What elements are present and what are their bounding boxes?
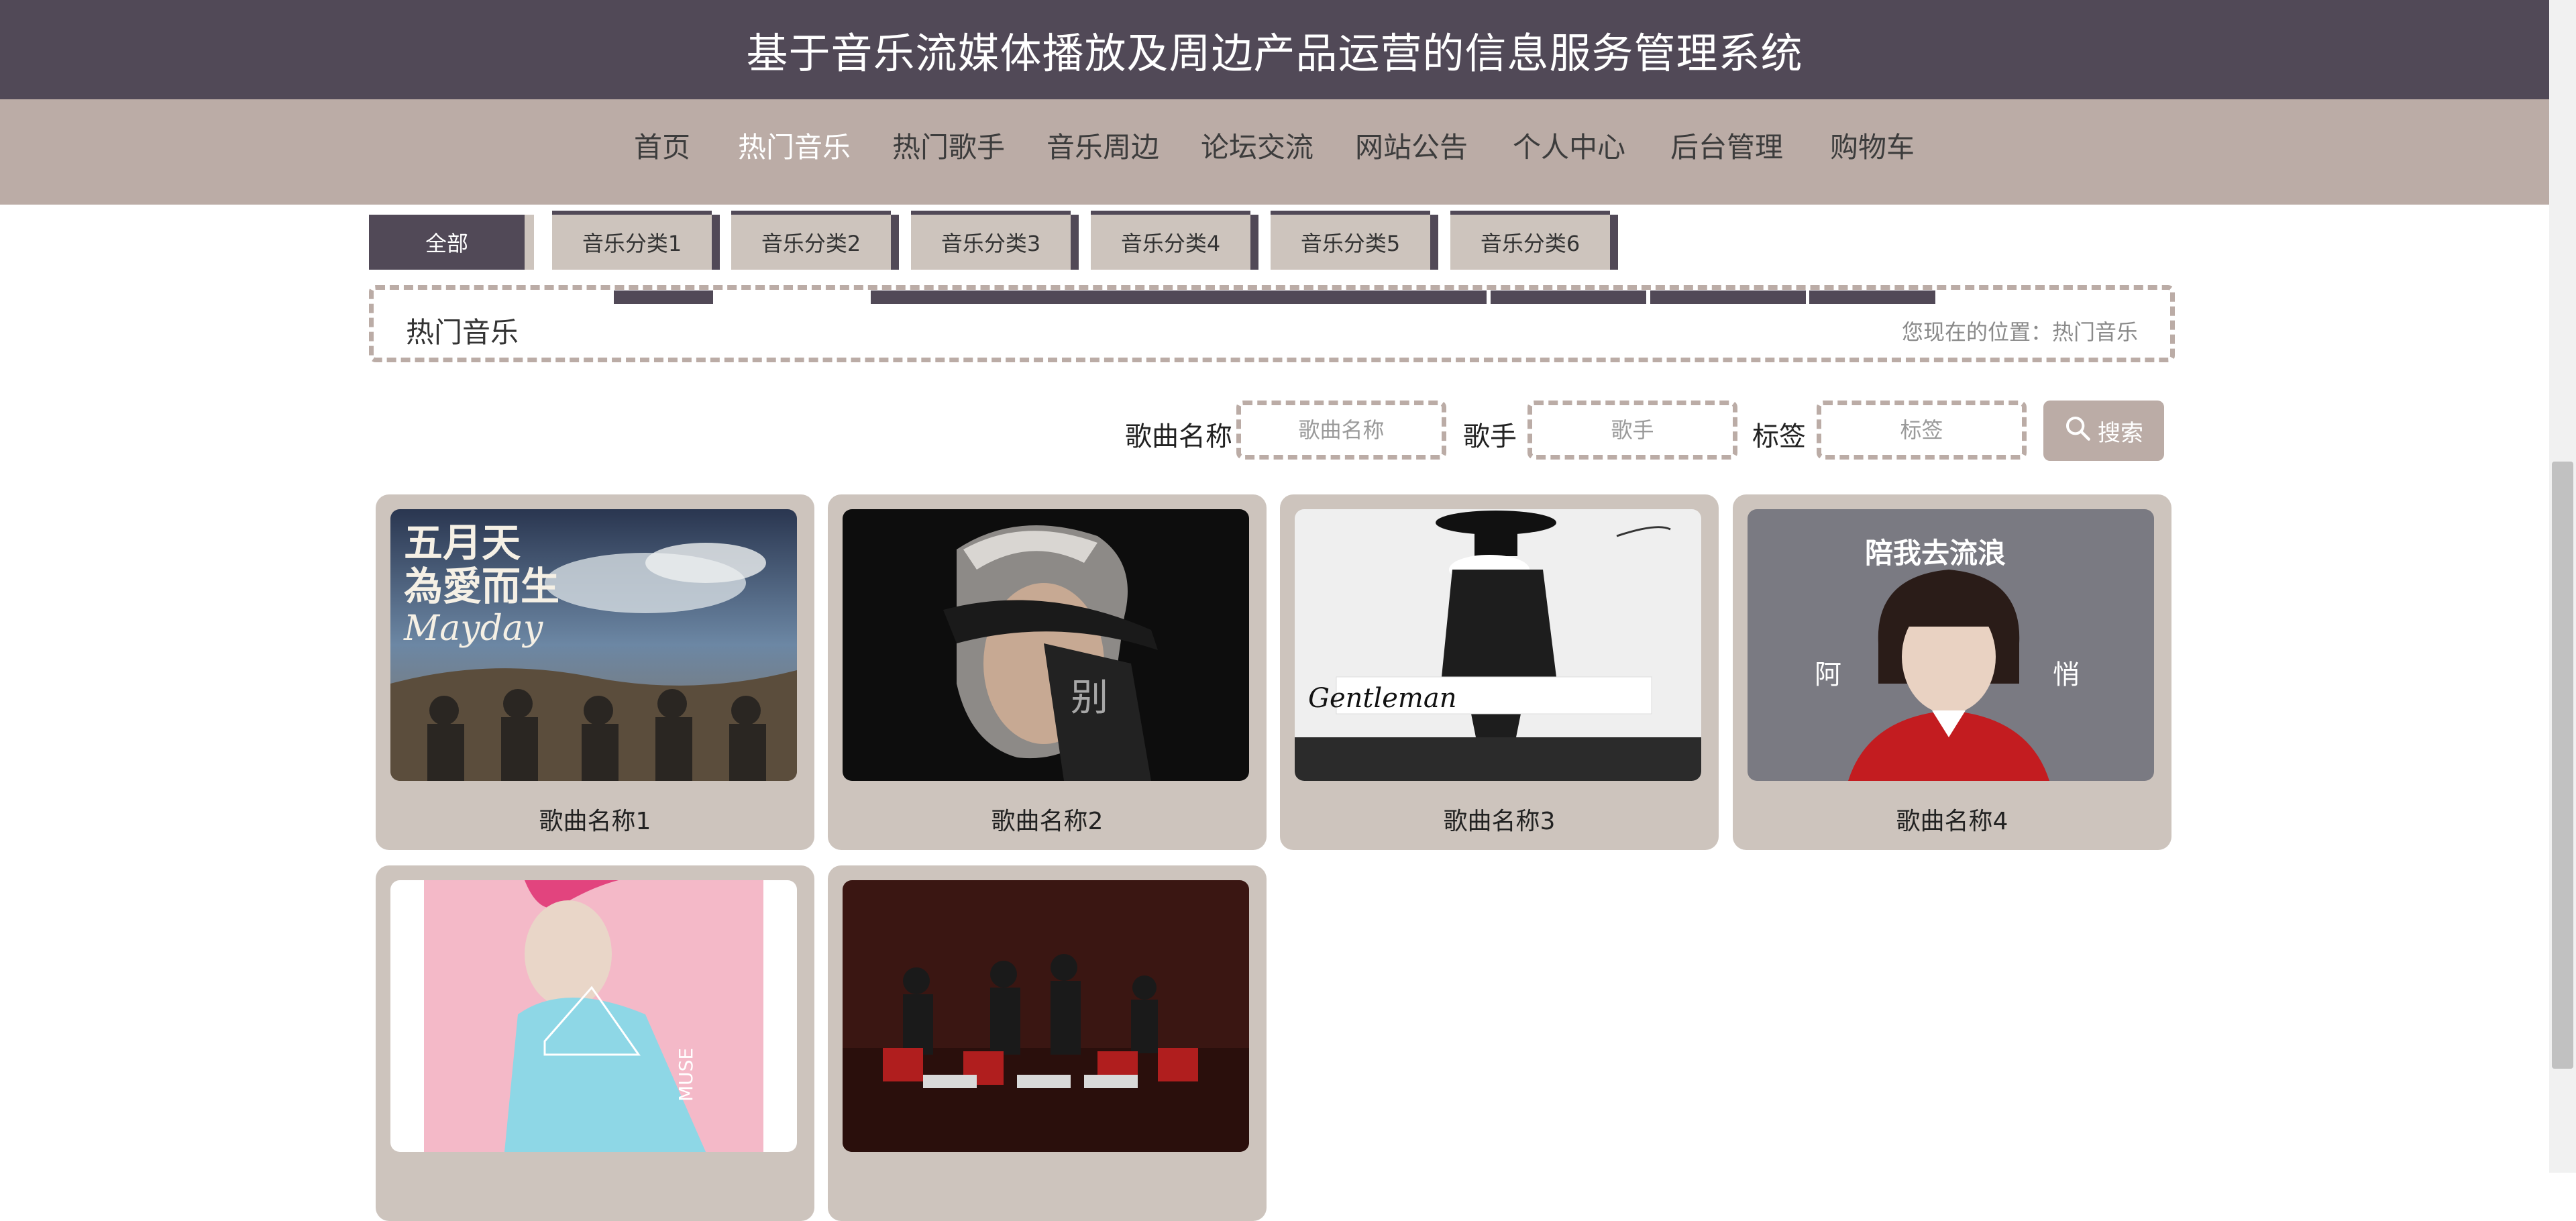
nav-item-forum[interactable]: 论坛交流 xyxy=(1201,125,1313,166)
cover-text: 别 xyxy=(1071,676,1108,720)
category-tab-6[interactable]: 音乐分类6 xyxy=(1450,215,1610,270)
song-cover-image[interactable]: Gentleman xyxy=(1295,509,1701,781)
singer-input[interactable] xyxy=(1527,401,1737,460)
cover-text: 五月天 xyxy=(404,520,521,566)
site-header: 基于音乐流媒体播放及周边产品运营的信息服务管理系统 xyxy=(0,0,2549,99)
song-cover-image[interactable]: 五月天 為愛而生 Mayday xyxy=(390,509,797,781)
song-name-label: 歌曲名称 xyxy=(1125,421,1232,452)
cover-text: Gentleman xyxy=(1308,683,1456,714)
search-button[interactable]: 搜索 xyxy=(2043,401,2164,461)
cover-text: 阿 xyxy=(1815,659,1841,690)
category-tab-3[interactable]: 音乐分类3 xyxy=(911,215,1071,270)
song-cover-image[interactable]: 陪我去流浪 阿 悄 xyxy=(1748,509,2154,781)
nav-item-home[interactable]: 首页 xyxy=(634,125,690,166)
nav-item-cart[interactable]: 购物车 xyxy=(1830,125,1915,166)
song-card[interactable] xyxy=(828,865,1267,1221)
search-icon xyxy=(2064,415,2091,447)
main-nav: 首页 热门音乐 热门歌手 音乐周边 论坛交流 网站公告 个人中心 后台管理 购物… xyxy=(0,99,2549,304)
nav-item-music-merch[interactable]: 音乐周边 xyxy=(1046,125,1159,166)
site-title: 基于音乐流媒体播放及周边产品运营的信息服务管理系统 xyxy=(746,29,1803,78)
cover-text: 悄 xyxy=(2053,659,2080,690)
song-name[interactable]: 歌曲名称4 xyxy=(1733,802,2171,837)
song-name[interactable]: 歌曲名称2 xyxy=(828,802,1267,837)
scrollbar-thumb[interactable] xyxy=(2552,462,2573,1069)
breadcrumb-box: 热门音乐 您现在的位置：热门音乐 xyxy=(369,285,2175,362)
breadcrumb-current[interactable]: 热门音乐 xyxy=(2052,319,2138,345)
cover-text: 為愛而生 xyxy=(404,564,559,609)
song-cover-image[interactable]: 别 xyxy=(843,509,1249,781)
song-card[interactable]: 五月天 為愛而生 Mayday 歌曲名称1 xyxy=(376,494,814,850)
nav-item-announcements[interactable]: 网站公告 xyxy=(1355,125,1468,166)
category-tab-1[interactable]: 音乐分类1 xyxy=(552,215,712,270)
page-title: 热门音乐 xyxy=(406,316,519,349)
cover-text: Mayday xyxy=(403,608,543,649)
tag-label: 标签 xyxy=(1752,421,1806,452)
nav-item-hot-singers[interactable]: 热门歌手 xyxy=(892,125,1005,166)
nav-item-admin[interactable]: 后台管理 xyxy=(1670,125,1783,166)
tag-input[interactable] xyxy=(1817,401,2027,460)
cover-text: MUSE xyxy=(675,1048,697,1102)
cover-text: 陪我去流浪 xyxy=(1865,537,2006,570)
song-name[interactable]: 歌曲名称3 xyxy=(1280,802,1719,837)
breadcrumb-prefix: 您现在的位置： xyxy=(1901,319,2052,345)
song-card[interactable]: Gentleman 歌曲名称3 xyxy=(1280,494,1719,850)
search-button-label: 搜索 xyxy=(2098,419,2143,447)
song-cover-image[interactable] xyxy=(843,880,1249,1152)
nav-item-hot-music[interactable]: 热门音乐 xyxy=(738,125,851,166)
song-cover-image[interactable]: MUSE xyxy=(390,880,797,1152)
singer-label: 歌手 xyxy=(1463,421,1517,452)
breadcrumb: 您现在的位置：热门音乐 xyxy=(1902,315,2138,346)
song-card[interactable]: 陪我去流浪 阿 悄 歌曲名称4 xyxy=(1733,494,2171,850)
category-tab-4[interactable]: 音乐分类4 xyxy=(1091,215,1250,270)
song-card[interactable]: MUSE xyxy=(376,865,814,1221)
nav-item-profile[interactable]: 个人中心 xyxy=(1513,125,1625,166)
category-tab-5[interactable]: 音乐分类5 xyxy=(1271,215,1430,270)
category-tab-2[interactable]: 音乐分类2 xyxy=(731,215,891,270)
song-name-input[interactable] xyxy=(1236,401,1446,460)
song-name[interactable]: 歌曲名称1 xyxy=(376,802,814,837)
song-card[interactable]: 别 歌曲名称2 xyxy=(828,494,1267,850)
category-tab-all[interactable]: 全部 xyxy=(369,215,525,270)
